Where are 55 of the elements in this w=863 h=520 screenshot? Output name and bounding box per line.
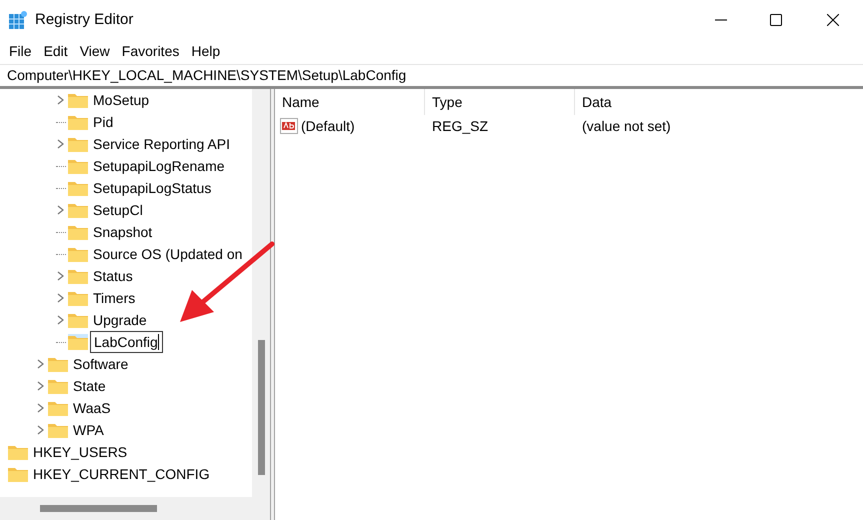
table-cell-text: REG_SZ bbox=[432, 116, 488, 136]
folder-icon bbox=[68, 224, 88, 240]
menu-item[interactable]: Help bbox=[185, 41, 226, 62]
window-title: Registry Editor bbox=[35, 10, 134, 30]
folder-icon bbox=[68, 334, 88, 350]
tree-item[interactable]: SetupapiLogRename bbox=[93, 156, 225, 176]
folder-icon bbox=[68, 114, 88, 130]
folder-icon bbox=[68, 312, 88, 328]
tree-item[interactable]: State bbox=[73, 376, 106, 396]
folder-icon bbox=[8, 444, 28, 460]
tree-item[interactable]: MoSetup bbox=[93, 90, 150, 110]
table-cell-text: (value not set) bbox=[582, 116, 671, 136]
tree-item[interactable]: Pid bbox=[93, 112, 114, 132]
folder-icon bbox=[68, 290, 88, 306]
minimize-icon bbox=[714, 19, 726, 21]
table-cell-text: (Default) bbox=[301, 116, 355, 136]
folder-icon bbox=[68, 202, 88, 218]
folder-icon bbox=[48, 378, 68, 394]
folder-icon bbox=[8, 466, 28, 482]
tree-item[interactable]: HKEY_CURRENT_CONFIG bbox=[33, 464, 210, 484]
maximize-icon bbox=[770, 14, 782, 26]
menu-item[interactable]: View bbox=[74, 41, 116, 62]
string-value-icon bbox=[280, 118, 298, 134]
rename-field[interactable]: LabConfig bbox=[90, 331, 163, 353]
column-header[interactable]: Name bbox=[275, 89, 425, 115]
folder-icon bbox=[48, 422, 68, 438]
tree-item[interactable]: Snapshot bbox=[93, 222, 152, 242]
tree-item[interactable]: Upgrade bbox=[93, 310, 147, 330]
folder-icon bbox=[68, 158, 88, 174]
tree-item[interactable]: WPA bbox=[73, 420, 104, 440]
tree-item[interactable]: HKEY_USERS bbox=[33, 442, 128, 462]
folder-icon bbox=[68, 136, 88, 152]
tree-item[interactable]: Software bbox=[73, 354, 128, 374]
folder-icon bbox=[68, 246, 88, 262]
menu-item[interactable]: File bbox=[3, 41, 38, 62]
scrollbar-thumb[interactable] bbox=[40, 505, 157, 512]
folder-icon bbox=[68, 268, 88, 284]
tree-item[interactable]: Timers bbox=[93, 288, 136, 308]
menu-item[interactable]: Edit bbox=[38, 41, 74, 62]
tree-item[interactable]: SetupapiLogStatus bbox=[93, 178, 212, 198]
column-header[interactable]: Type bbox=[425, 89, 575, 115]
close-icon bbox=[827, 14, 839, 26]
tree-item[interactable]: SetupCl bbox=[93, 200, 143, 220]
tree-item[interactable]: Source OS (Updated on bbox=[93, 244, 242, 264]
app-icon bbox=[9, 11, 27, 29]
tree-item[interactable]: WaaS bbox=[73, 398, 111, 418]
scrollbar-thumb[interactable] bbox=[258, 340, 264, 475]
tree-item[interactable]: Service Reporting API bbox=[93, 134, 230, 154]
folder-icon bbox=[68, 180, 88, 196]
folder-icon bbox=[48, 356, 68, 372]
folder-icon bbox=[48, 400, 68, 416]
menu-item[interactable]: Favorites bbox=[116, 41, 186, 62]
folder-icon bbox=[68, 92, 88, 108]
tree-item[interactable]: Status bbox=[93, 266, 133, 286]
column-header[interactable]: Data bbox=[575, 89, 725, 115]
